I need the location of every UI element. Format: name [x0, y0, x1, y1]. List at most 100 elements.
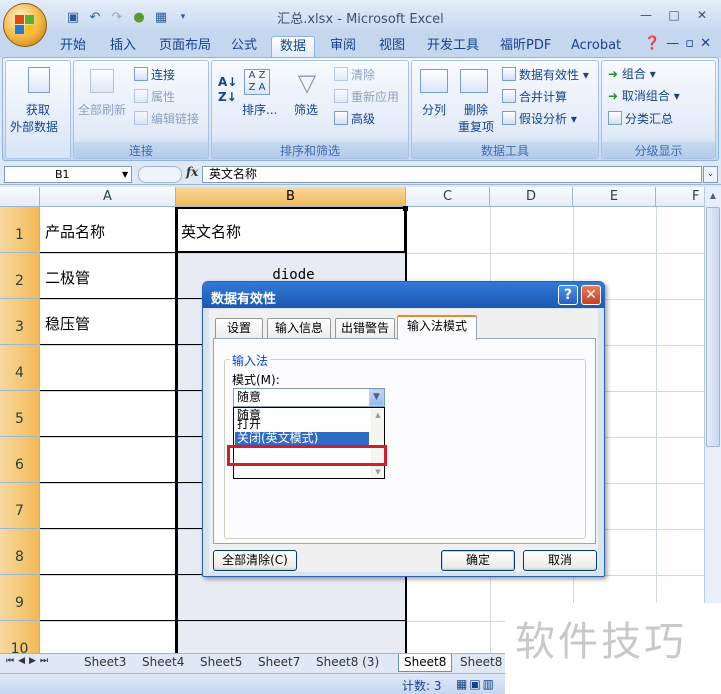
column-header-b[interactable]: B: [176, 187, 406, 207]
ribbon-close-icon[interactable]: ✕: [700, 36, 711, 51]
select-all-corner[interactable]: [0, 187, 40, 207]
remove-duplicates-l1[interactable]: 删除: [464, 103, 488, 118]
tab-ime-mode[interactable]: 输入法模式: [397, 315, 477, 340]
edit-links-button[interactable]: 编辑链接: [134, 111, 199, 127]
consolidate-button[interactable]: 合并计算: [502, 89, 567, 105]
list-scroll-up-icon[interactable]: ▲: [372, 411, 384, 419]
dialog-help-button[interactable]: ?: [558, 285, 578, 305]
insert-function-icon[interactable]: fx: [186, 165, 198, 179]
mode-dropdown-icon[interactable]: ▼: [369, 389, 384, 406]
option-on[interactable]: 打开: [235, 418, 369, 431]
group-button[interactable]: ➜ 组合 ▾: [608, 67, 656, 82]
vertical-scrollbar[interactable]: ▲: [704, 187, 721, 653]
sheet-nav-arrows-icon[interactable]: ⏮◀▶⏭: [6, 656, 52, 666]
sheet-tab[interactable]: Sheet8 (3): [316, 654, 379, 672]
sheet-tab-active[interactable]: Sheet8: [398, 654, 453, 672]
maximize-button[interactable]: □: [661, 6, 687, 24]
filter-button[interactable]: 筛选: [294, 103, 318, 118]
column-header-f[interactable]: F: [656, 187, 704, 207]
dialog-close-button[interactable]: ✕: [581, 285, 601, 305]
dialog-body: 设置 输入信息 出错警告 输入法模式 输入法 模式(M): 随意 ▼ 随意 打开…: [209, 309, 598, 572]
row-header-1[interactable]: 1: [0, 207, 40, 253]
formula-input[interactable]: 英文名称: [202, 166, 702, 183]
tab-settings[interactable]: 设置: [215, 318, 263, 339]
mode-select[interactable]: 随意: [233, 388, 385, 407]
row-header-6[interactable]: 6: [0, 437, 40, 483]
tab-view[interactable]: 视图: [377, 36, 407, 58]
tab-page-layout[interactable]: 页面布局: [157, 36, 213, 58]
tab-formulas[interactable]: 公式: [229, 36, 259, 58]
sheet-tab[interactable]: Sheet4: [142, 654, 184, 672]
scroll-up-icon[interactable]: ▲: [706, 191, 720, 205]
row-header-10[interactable]: 10: [0, 621, 40, 653]
column-header-c[interactable]: C: [406, 187, 490, 207]
cell-a1[interactable]: 产品名称: [40, 221, 105, 242]
list-scrollbar[interactable]: ▲ ▼: [371, 409, 384, 478]
ok-button[interactable]: 确定: [441, 550, 515, 571]
text-to-columns-button[interactable]: 分列: [422, 103, 446, 118]
remove-duplicates-button[interactable]: 重复项: [458, 120, 494, 135]
tab-review[interactable]: 审阅: [328, 36, 358, 58]
subtotal-label: 分类汇总: [625, 112, 674, 126]
column-header-e[interactable]: E: [573, 187, 656, 207]
sheet-tab[interactable]: Sheet5: [200, 654, 242, 672]
ribbon-restore-icon[interactable]: ▫: [685, 36, 694, 51]
ungroup-button[interactable]: ➜ 取消组合 ▾: [608, 89, 680, 104]
row-header-5[interactable]: 5: [0, 391, 40, 437]
office-button[interactable]: [3, 3, 47, 47]
cell-a2[interactable]: 二极管: [40, 267, 90, 288]
sort-az-icon[interactable]: A↓ Z↓: [218, 75, 237, 105]
list-scroll-down-icon[interactable]: ▼: [372, 468, 384, 476]
clear-button[interactable]: 清除: [334, 67, 375, 83]
minimize-button[interactable]: —: [633, 6, 659, 24]
tab-developer[interactable]: 开发工具: [425, 36, 481, 58]
subtotal-button[interactable]: 分类汇总: [608, 111, 673, 127]
name-box-dropdown-icon[interactable]: ▼: [122, 170, 128, 179]
tab-input-message[interactable]: 输入信息: [267, 318, 331, 339]
row-header-9[interactable]: 9: [0, 575, 40, 621]
tab-error-alert[interactable]: 出错警告: [335, 318, 395, 339]
scroll-thumb[interactable]: [706, 207, 720, 447]
view-buttons-icon[interactable]: ▦▣▥: [456, 677, 496, 691]
tab-home[interactable]: 开始: [58, 36, 88, 58]
row-header-8[interactable]: 8: [0, 529, 40, 575]
cell-a3[interactable]: 稳压管: [40, 313, 90, 334]
advanced-button[interactable]: 高级: [334, 111, 375, 127]
get-external-data-button-l1[interactable]: 获取: [26, 103, 50, 118]
column-header-d[interactable]: D: [490, 187, 573, 207]
tab-data[interactable]: 数据: [271, 36, 315, 58]
sheet-tab[interactable]: Sheet3: [84, 654, 126, 672]
tab-acrobat[interactable]: Acrobat: [569, 36, 623, 58]
cancel-button[interactable]: 取消: [523, 550, 597, 571]
reapply-button[interactable]: 重新应用: [334, 89, 399, 105]
data-validation-button[interactable]: 数据有效性 ▾: [502, 67, 589, 83]
option-off-english[interactable]: 关闭(英文模式): [235, 432, 369, 445]
ribbon-minimize-icon[interactable]: —: [666, 36, 679, 51]
row-header-3[interactable]: 3: [0, 299, 40, 345]
close-button[interactable]: ✕: [689, 6, 715, 24]
what-if-button[interactable]: 假设分析 ▾: [502, 111, 577, 127]
row-header-7[interactable]: 7: [0, 483, 40, 529]
formula-bar-splitter[interactable]: [138, 166, 182, 183]
fill-handle[interactable]: [403, 206, 408, 211]
connections-button[interactable]: 连接: [134, 67, 175, 83]
mode-dropdown-list[interactable]: 随意 打开 关闭(英文模式) ▲ ▼: [233, 407, 385, 479]
sheet-tab[interactable]: Sheet7: [258, 654, 300, 672]
cell-b1[interactable]: 英文名称: [176, 221, 241, 242]
row-header-2[interactable]: 2: [0, 253, 40, 299]
name-box[interactable]: B1: [4, 166, 132, 183]
sort-button[interactable]: 排序...: [242, 103, 277, 118]
properties-button[interactable]: 属性: [134, 89, 175, 105]
sheet-tab[interactable]: Sheet8: [460, 654, 502, 672]
refresh-all-button[interactable]: 全部刷新: [78, 103, 126, 118]
clear-all-button[interactable]: 全部清除(C): [213, 550, 297, 571]
expand-formula-bar-icon[interactable]: ⌄: [703, 166, 718, 183]
watermark-area: 软件技巧: [505, 603, 721, 694]
get-external-data-button[interactable]: 外部数据: [10, 120, 58, 135]
help-icon[interactable]: ❓: [644, 36, 660, 51]
tab-foxit-pdf[interactable]: 福昕PDF: [498, 36, 553, 58]
column-header-a[interactable]: A: [40, 187, 176, 207]
tab-insert[interactable]: 插入: [108, 36, 138, 58]
row-header-4[interactable]: 4: [0, 345, 40, 391]
data-tools-group: 分列 删除 重复项 数据有效性 ▾ 合并计算 假设分析 ▾ 数据工具: [411, 60, 599, 159]
